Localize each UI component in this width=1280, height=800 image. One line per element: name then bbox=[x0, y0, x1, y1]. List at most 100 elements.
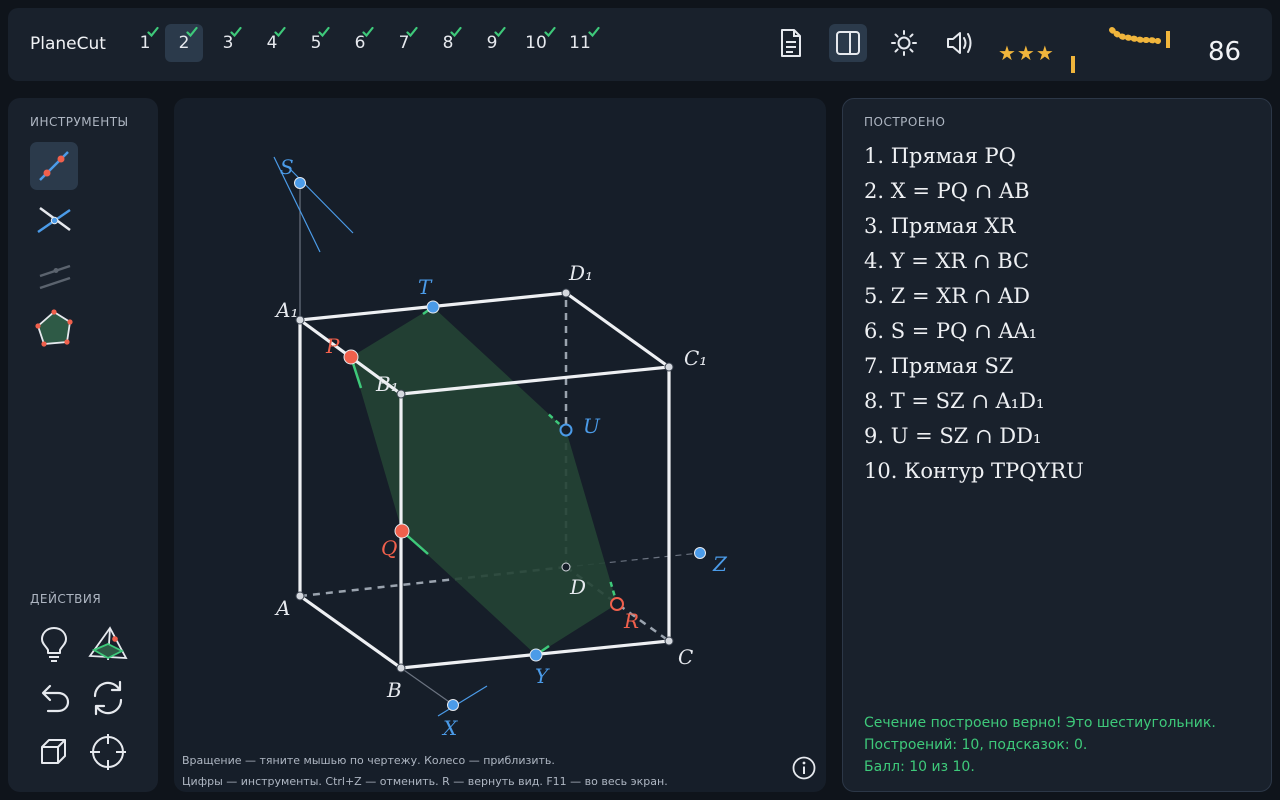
point-s[interactable] bbox=[294, 177, 306, 189]
label-x: X bbox=[441, 716, 458, 740]
check-icon bbox=[494, 26, 507, 38]
level-number: 7 bbox=[399, 26, 419, 53]
label-u: U bbox=[583, 414, 601, 438]
level-button-4[interactable]: 4 bbox=[253, 24, 291, 62]
construction-steps: 1. Прямая PQ 2. X = PQ ∩ AB 3. Прямая XR 4.… bbox=[864, 143, 1084, 493]
lightbulb-icon bbox=[41, 627, 67, 662]
construction-step: 6. S = PQ ∩ AA₁ bbox=[864, 319, 1038, 343]
info-icon bbox=[792, 756, 816, 780]
level-number: 3 bbox=[223, 26, 243, 53]
canvas-hint-2: Цифры — инструменты. Ctrl+Z — отменить. … bbox=[182, 775, 668, 788]
document-button[interactable] bbox=[772, 24, 810, 62]
volume-icon bbox=[947, 32, 972, 54]
status-message: Сечение построено верно! Это шестиугольн… bbox=[864, 715, 1216, 731]
construction-step: 2. X = PQ ∩ AB bbox=[864, 179, 1030, 203]
sidebar-toggle-button[interactable] bbox=[829, 24, 867, 62]
tool-line-button[interactable] bbox=[30, 142, 78, 190]
log-title: ПОСТРОЕНО bbox=[864, 115, 946, 129]
label-c1: C₁ bbox=[684, 346, 707, 370]
tool-polygon-button[interactable] bbox=[30, 304, 78, 352]
status-stats: Построений: 10, подсказок: 0. bbox=[864, 737, 1088, 753]
level-button-6[interactable]: 6 bbox=[341, 24, 379, 62]
undo-button[interactable] bbox=[30, 674, 78, 722]
check-icon bbox=[318, 26, 331, 38]
construction-step: 5. Z = XR ∩ AD bbox=[864, 284, 1030, 308]
label-r: R bbox=[623, 609, 639, 633]
show-section-icon bbox=[88, 626, 128, 661]
tool-parallel-button[interactable] bbox=[30, 250, 78, 298]
label-d1: D₁ bbox=[568, 261, 593, 285]
level-number: 5 bbox=[311, 26, 331, 53]
point-z[interactable] bbox=[694, 547, 706, 559]
label-t: T bbox=[418, 275, 433, 299]
label-d: D bbox=[569, 575, 586, 599]
tool-intersection-button[interactable] bbox=[30, 196, 78, 244]
cube-view-button[interactable] bbox=[30, 728, 78, 776]
center-view-button[interactable] bbox=[84, 728, 132, 776]
construction-step: 10. Контур TPQYRU bbox=[864, 459, 1084, 483]
level-number: 2 bbox=[179, 26, 199, 53]
score-value: 86 bbox=[1208, 37, 1242, 67]
polygon-tool-icon bbox=[35, 309, 73, 347]
construction-step: 7. Прямая SZ bbox=[864, 354, 1014, 378]
level-number: 1 bbox=[140, 26, 160, 53]
sound-button[interactable] bbox=[941, 24, 979, 62]
level-button-5[interactable]: 5 bbox=[297, 24, 335, 62]
level-button-10[interactable]: 10 bbox=[517, 24, 556, 62]
section-polygon bbox=[351, 307, 617, 655]
check-icon bbox=[147, 26, 160, 38]
label-z: Z bbox=[712, 552, 728, 576]
level-button-11[interactable]: 11 bbox=[561, 24, 600, 62]
label-c: C bbox=[678, 645, 693, 669]
construction-step: 3. Прямая XR bbox=[864, 214, 1016, 238]
app-title: PlaneCut bbox=[30, 34, 106, 54]
level-button-2[interactable]: 2 bbox=[165, 24, 203, 62]
document-icon bbox=[781, 29, 801, 57]
label-y: Y bbox=[535, 664, 550, 688]
point-t[interactable] bbox=[426, 300, 440, 314]
point-x[interactable] bbox=[447, 699, 459, 711]
point-y[interactable] bbox=[529, 648, 543, 662]
level-number: 10 bbox=[525, 26, 556, 53]
construction-log-panel: ПОСТРОЕНО 1. Прямая PQ 2. X = PQ ∩ AB 3. П… bbox=[842, 98, 1272, 792]
cube-view-icon bbox=[41, 739, 66, 764]
level-button-9[interactable]: 9 bbox=[473, 24, 511, 62]
drawing-canvas[interactable]: A B C D A₁ B₁ C₁ D₁ P Q R S T U X Y Z Вр… bbox=[174, 98, 826, 792]
point-p[interactable] bbox=[343, 349, 359, 365]
progress-graph-icon bbox=[1071, 27, 1170, 73]
undo-icon bbox=[41, 684, 70, 713]
brightness-icon bbox=[891, 30, 917, 56]
level-button-1[interactable]: 1 bbox=[126, 24, 164, 62]
level-button-7[interactable]: 7 bbox=[385, 24, 423, 62]
center-view-icon bbox=[90, 734, 126, 770]
sidebar-panel-icon bbox=[836, 31, 860, 55]
reset-icon bbox=[93, 680, 123, 716]
point-u[interactable] bbox=[559, 423, 573, 437]
check-icon bbox=[274, 26, 287, 38]
line-tool-icon bbox=[39, 151, 69, 181]
intersection-tool-icon bbox=[37, 206, 71, 234]
construction-step: 9. U = SZ ∩ DD₁ bbox=[864, 424, 1042, 448]
level-number: 6 bbox=[355, 26, 375, 53]
tools-panel: ИНСТРУМЕНТЫ ДЕЙСТВИЯ bbox=[8, 98, 158, 792]
construction-step: 1. Прямая PQ bbox=[864, 144, 1016, 168]
construction-step: 4. Y = XR ∩ BC bbox=[864, 249, 1030, 273]
point-r[interactable] bbox=[610, 597, 624, 611]
level-button-3[interactable]: 3 bbox=[209, 24, 247, 62]
level-number: 11 bbox=[569, 26, 600, 53]
reset-button[interactable] bbox=[84, 674, 132, 722]
level-number: 4 bbox=[267, 26, 287, 53]
rating-stars: ★★★ bbox=[998, 41, 1055, 65]
show-section-button[interactable] bbox=[84, 620, 132, 668]
construction-step: 8. T = SZ ∩ A₁D₁ bbox=[864, 389, 1045, 413]
level-button-8[interactable]: 8 bbox=[429, 24, 467, 62]
top-bar: PlaneCut 1 2 3 4 5 6 7 8 9 10 11 ★★★ 86 bbox=[8, 8, 1272, 81]
info-button[interactable] bbox=[791, 755, 817, 781]
label-p: P bbox=[325, 334, 340, 358]
level-number: 9 bbox=[487, 26, 507, 53]
cube-drawing[interactable]: A B C D A₁ B₁ C₁ D₁ P Q R S T U X Y Z bbox=[174, 98, 826, 792]
label-a1: A₁ bbox=[274, 298, 298, 322]
theme-button[interactable] bbox=[885, 24, 923, 62]
label-s: S bbox=[280, 155, 294, 179]
hint-button[interactable] bbox=[30, 620, 78, 668]
